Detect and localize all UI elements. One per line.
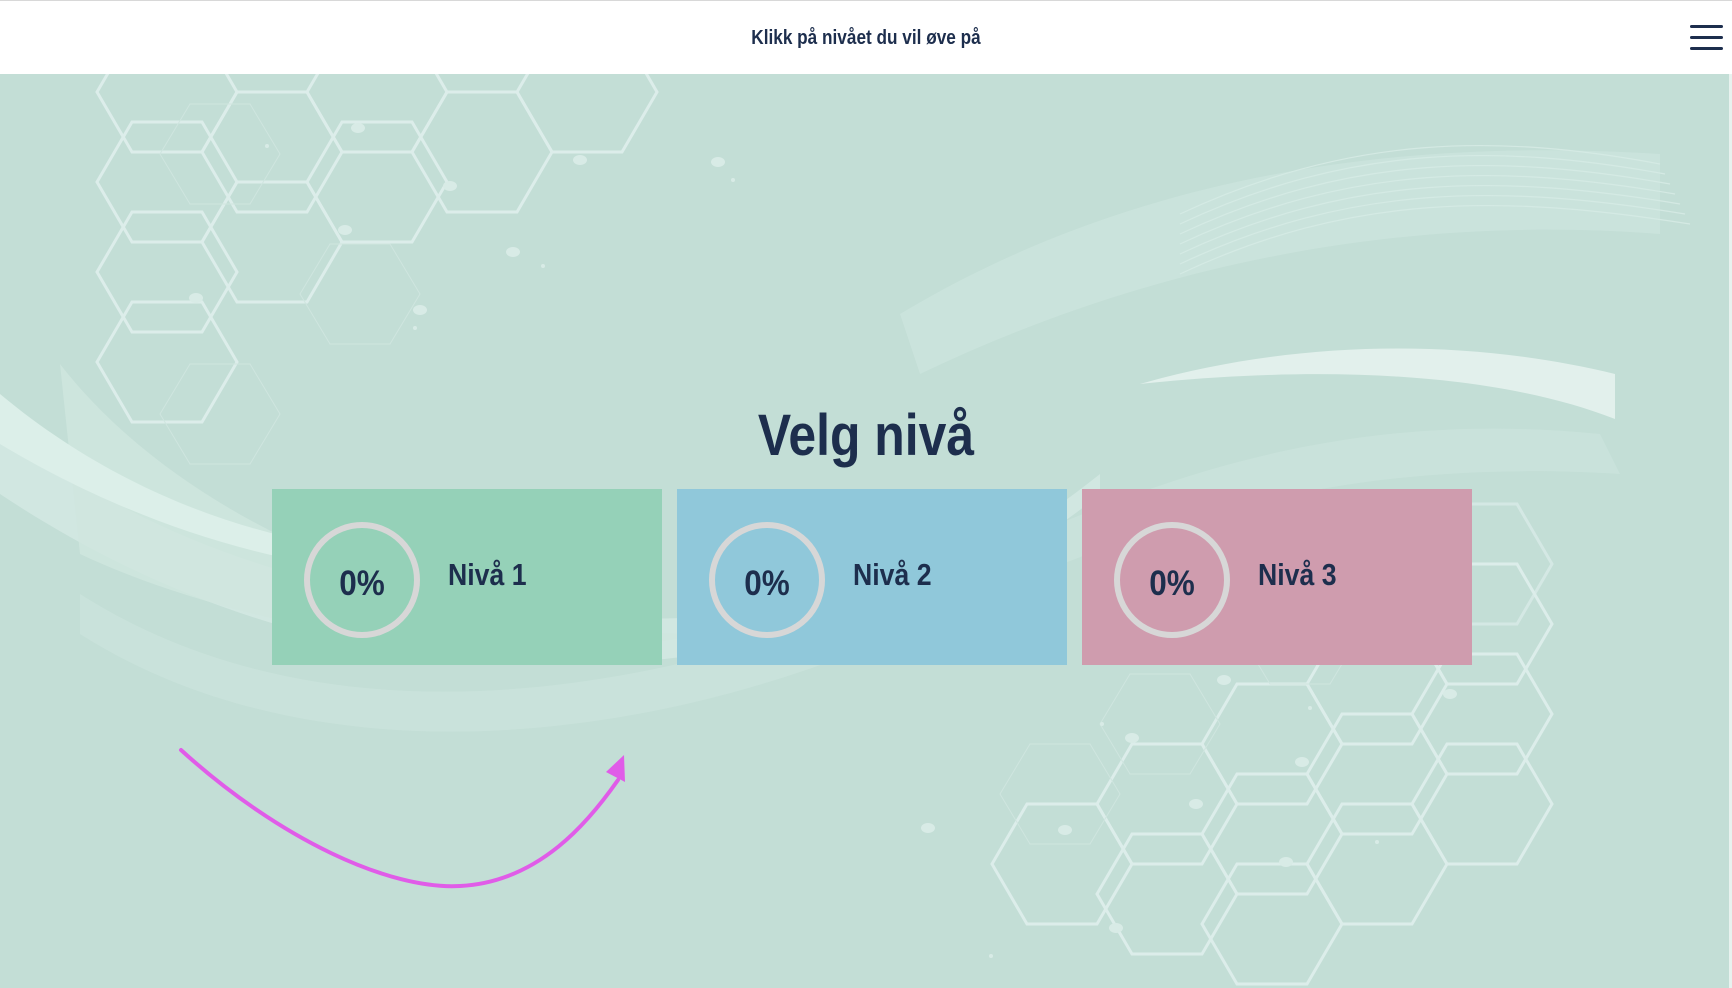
hamburger-menu-icon[interactable] xyxy=(1690,23,1723,53)
progress-percent: 0% xyxy=(339,564,385,603)
menu-line xyxy=(1690,36,1723,39)
top-bar: Klikk på nivået du vil øve på xyxy=(0,0,1732,74)
level-label: Nivå 3 xyxy=(1258,557,1337,592)
progress-percent: 0% xyxy=(744,564,790,603)
level-label: Nivå 2 xyxy=(853,557,932,592)
page-title: Klikk på nivået du vil øve på xyxy=(751,27,981,49)
level-card-2[interactable]: 0% Nivå 2 xyxy=(677,489,1067,665)
page-heading: Velg nivå xyxy=(757,403,975,468)
menu-line xyxy=(1690,25,1723,28)
menu-line xyxy=(1690,47,1723,50)
progress-percent: 0% xyxy=(1149,564,1195,603)
curved-arrow-icon xyxy=(179,748,625,889)
level-card-1[interactable]: 0% Nivå 1 xyxy=(272,489,662,665)
level-label: Nivå 1 xyxy=(448,557,527,592)
level-card-3[interactable]: 0% Nivå 3 xyxy=(1082,489,1472,665)
app-window: Klikk på nivået du vil øve på Velg nivå … xyxy=(0,0,1732,988)
